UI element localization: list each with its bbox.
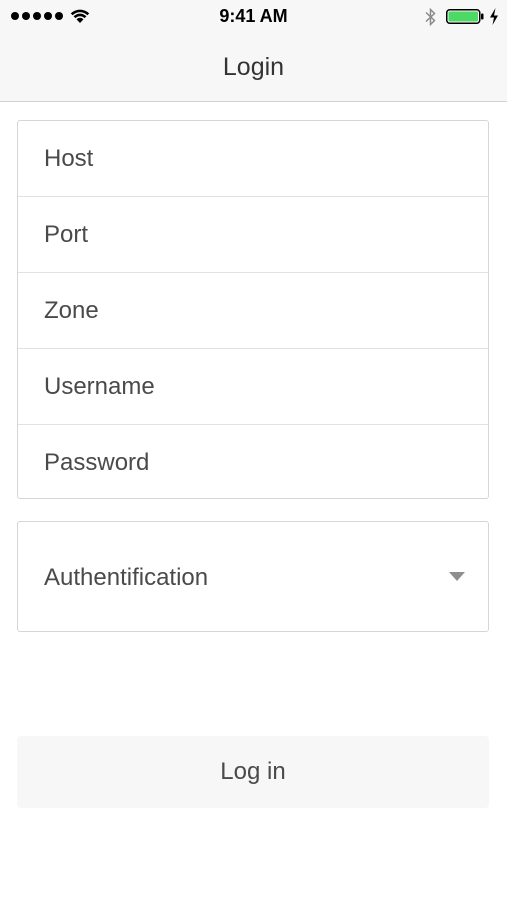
username-field-row	[18, 349, 488, 425]
login-button[interactable]: Log in	[17, 736, 489, 808]
zone-field-row	[18, 273, 488, 349]
battery-icon	[446, 9, 484, 24]
port-input[interactable]	[18, 197, 488, 272]
bluetooth-icon	[425, 7, 436, 27]
zone-input[interactable]	[18, 273, 488, 348]
username-input[interactable]	[18, 349, 488, 424]
charging-bolt-icon	[490, 8, 498, 25]
password-input[interactable]	[18, 425, 488, 500]
page-title: Login	[222, 53, 285, 81]
login-screen: 9:41 AM Login Host Port Zone Username Au…	[0, 0, 507, 900]
authentication-label: Authentification	[44, 564, 209, 591]
status-bar: 9:41 AM	[0, 0, 507, 34]
authentication-select[interactable]: Authentification	[17, 521, 489, 632]
host-input[interactable]	[18, 121, 488, 196]
port-field-row	[18, 197, 488, 273]
login-form	[17, 120, 489, 500]
password-field-row	[18, 425, 488, 500]
host-field-row	[18, 121, 488, 197]
chevron-down-icon	[449, 572, 465, 581]
header: 9:41 AM Login	[0, 0, 507, 102]
